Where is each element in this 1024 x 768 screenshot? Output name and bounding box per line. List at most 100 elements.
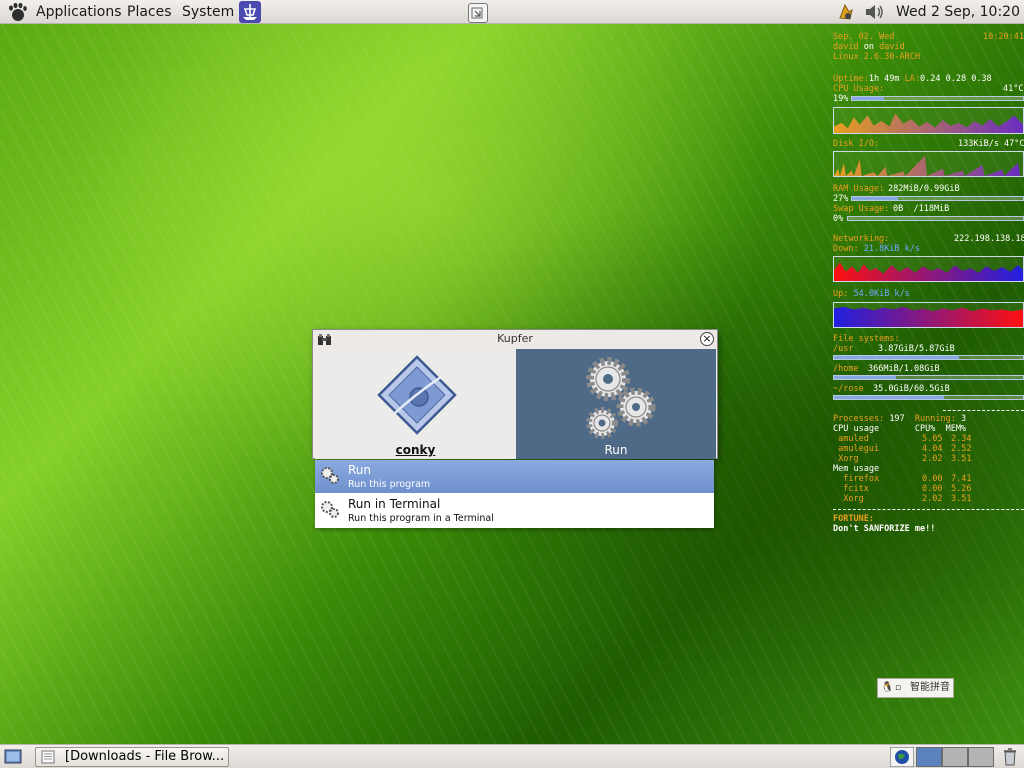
conky-processes-label: Processes: bbox=[833, 414, 885, 424]
conky-proc-mem: 3.51 bbox=[951, 454, 972, 464]
ship-launcher-icon[interactable] bbox=[239, 1, 261, 23]
conky-proc-mem: 5.26 bbox=[951, 484, 972, 494]
conky-proc-row: Xorg 2.02 3.51 bbox=[833, 454, 971, 464]
workspace-2[interactable] bbox=[942, 747, 968, 767]
gears-small-icon bbox=[321, 501, 339, 518]
weather-icon[interactable] bbox=[836, 2, 856, 22]
conky-ram-bar-fill bbox=[852, 197, 899, 200]
conky-cpu-bar bbox=[851, 96, 1024, 101]
conky-fs-rose-bar-fill bbox=[834, 396, 944, 399]
show-desktop-icon[interactable] bbox=[4, 748, 22, 766]
conky-cpu-table-header: CPU usage CPU% MEM% bbox=[833, 424, 967, 434]
conky-ip: 222.198.138.18 bbox=[954, 234, 1024, 244]
result-item-run-in-terminal[interactable]: Run in Terminal Run this program in a Te… bbox=[315, 494, 714, 527]
conky-proc-name: amuled bbox=[838, 434, 869, 444]
action-results-list: Run Run this program Run in Terminal Run… bbox=[315, 460, 714, 528]
conky-fs-home-value: 366MiB/1.08GiB bbox=[868, 364, 940, 374]
conky-fs-home: /home 366MiB/1.08GiB bbox=[833, 364, 940, 374]
action-label: Run bbox=[604, 443, 628, 457]
conky-fs-usr-bar-fill bbox=[834, 356, 959, 359]
conky-down-rate: 21.8KiB k/s bbox=[863, 244, 921, 254]
menu-places[interactable]: Places bbox=[127, 0, 172, 24]
conky-down-line: Down: 21.8KiB k/s bbox=[833, 244, 920, 254]
menu-applications[interactable]: Applications bbox=[36, 0, 122, 24]
conky-disk-label: Disk I/O: bbox=[833, 139, 880, 149]
conky-cpu-percent: 19% bbox=[833, 94, 849, 104]
taskbar-item-downloads[interactable]: [Downloads - File Brow... bbox=[35, 747, 229, 767]
conky-fs-rose: ~/rose 35.0GiB/60.5GiB bbox=[833, 384, 950, 394]
window-list-icon[interactable] bbox=[468, 3, 488, 23]
ime-status-bar[interactable]: 🐧 ▫ 智能拼音 bbox=[877, 678, 954, 698]
conky-up-line: Up: 54.0KiB k/s bbox=[833, 289, 910, 299]
conky-down-label: Down: bbox=[833, 244, 859, 254]
panel-clock[interactable]: Wed 2 Sep, 10:20 bbox=[896, 0, 1020, 24]
gnome-foot-icon[interactable] bbox=[6, 2, 28, 22]
workspace-1[interactable] bbox=[916, 747, 942, 767]
menu-system[interactable]: System bbox=[182, 0, 234, 24]
conky-fs-home-mount: /home bbox=[833, 364, 859, 374]
conky-proc-mem: 2.34 bbox=[951, 434, 972, 444]
object-pane[interactable]: conky bbox=[315, 349, 516, 459]
globe-icon[interactable] bbox=[890, 747, 914, 767]
conky-divider bbox=[833, 509, 1024, 510]
conky-uptime-line: Uptime:1h 49m LA:0.24 0.28 0.38 bbox=[833, 74, 992, 84]
conky-up-graph bbox=[833, 302, 1024, 328]
conky-fortune-label: FORTUNE: bbox=[833, 514, 874, 524]
conky-processes-line: Processes: 197 Running: 3 bbox=[833, 414, 966, 424]
conky-network-label: Networking: bbox=[833, 234, 890, 244]
gears-small-icon bbox=[321, 467, 339, 484]
conky-on: on bbox=[863, 42, 874, 52]
ime-mode-icon: ▫ bbox=[895, 683, 902, 693]
result-item-run[interactable]: Run Run this program bbox=[315, 460, 714, 493]
conky-disk-stats: 133KiB/s 47°C bbox=[958, 139, 1024, 149]
volume-icon[interactable] bbox=[864, 3, 886, 21]
conky-fortune: Don't SANFORIZE me!! bbox=[833, 524, 936, 534]
conky-proc-mem: 7.41 bbox=[951, 474, 972, 484]
conky-fs-home-bar-fill bbox=[834, 376, 897, 379]
conky-fs-label: File systems: bbox=[833, 334, 900, 344]
action-pane[interactable]: Run bbox=[516, 349, 716, 459]
conky-proc-row: fcitx 0.00 5.26 bbox=[833, 484, 971, 494]
object-label: conky bbox=[395, 443, 436, 457]
conky-la-label: LA: bbox=[904, 74, 921, 84]
conky-cpu-temp: 41°C bbox=[1003, 84, 1024, 94]
conky-proc-row: Xorg 2.02 3.51 bbox=[833, 494, 971, 504]
conky-date: Sep. 02. Wed bbox=[833, 32, 895, 42]
conky-swap-value: 0B /118MiB bbox=[893, 204, 950, 214]
conky-proc-name: Xorg bbox=[838, 454, 859, 464]
conky-up-rate: 54.0KiB k/s bbox=[853, 289, 910, 299]
trash-icon[interactable] bbox=[1000, 747, 1020, 767]
top-panel: Applications Places System Wed 2 Sep, 10… bbox=[0, 0, 1024, 24]
conky-swap-percent: 0% bbox=[833, 214, 844, 224]
conky-proc-row: amuled 5.05 2.34 bbox=[833, 434, 971, 444]
conky-proc-name: firefox bbox=[843, 474, 880, 484]
conky-ram-value: 282MiB/0.99GiB bbox=[888, 184, 960, 194]
conky-disk-graph bbox=[833, 151, 1024, 177]
conky-fs-usr: /usr 3.87GiB/5.87GiB bbox=[833, 344, 955, 354]
conky-uptime: 1h 49m bbox=[868, 74, 900, 84]
conky-load: 0.24 0.28 0.38 bbox=[920, 74, 992, 84]
close-icon: × bbox=[702, 332, 712, 345]
conky-swap-bar bbox=[847, 216, 1024, 221]
conky-fs-rose-mount: ~/rose bbox=[833, 384, 864, 394]
conky-proc-cpu: 0.00 bbox=[922, 474, 943, 484]
gears-icon bbox=[586, 357, 656, 439]
result-subtitle: Run this program bbox=[348, 479, 431, 490]
conky-proc-name: fcitx bbox=[843, 484, 869, 494]
conky-proc-row: amulegui 4.04 2.52 bbox=[833, 444, 971, 454]
conky-proc-mem: 2.52 bbox=[951, 444, 972, 454]
conky-proc-cpu: 2.02 bbox=[922, 494, 943, 504]
conky-running: 3 bbox=[961, 414, 967, 424]
close-button[interactable]: × bbox=[700, 332, 714, 346]
conky-uptime-label: Uptime: bbox=[833, 74, 869, 84]
conky-divider bbox=[943, 410, 1024, 411]
conky-fs-usr-mount: /usr bbox=[833, 344, 854, 354]
conky-processes: 197 bbox=[889, 414, 905, 424]
conky-kernel: Linux 2.6.30-ARCH bbox=[833, 52, 920, 62]
workspace-3[interactable] bbox=[968, 747, 994, 767]
file-browser-icon bbox=[41, 750, 55, 764]
conky-proc-cpu: 4.04 bbox=[922, 444, 943, 454]
conky-cpu-label: CPU Usage: bbox=[833, 84, 885, 94]
conky-up-label: Up: bbox=[833, 289, 849, 299]
conky-fs-rose-value: 35.0GiB/60.5GiB bbox=[873, 384, 950, 394]
